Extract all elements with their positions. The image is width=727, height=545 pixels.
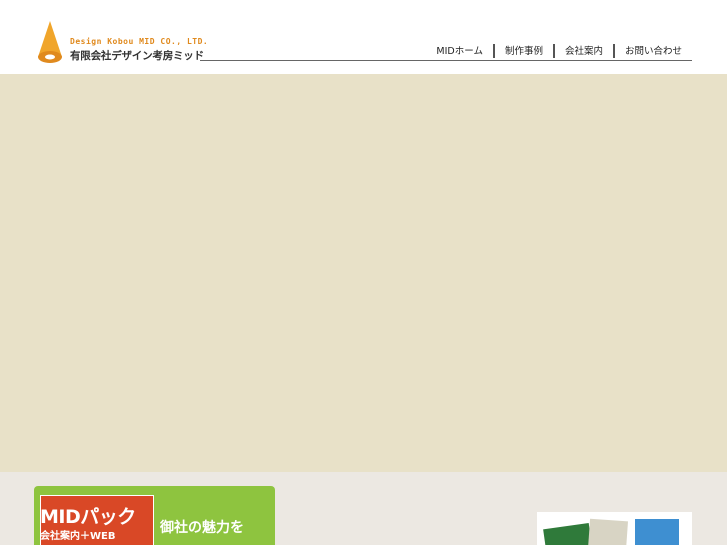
hero-banner-area (0, 74, 727, 472)
site-header: Design Kobou MID CO., LTD. 有限会社デザイン考房ミッド… (0, 0, 727, 74)
site-logo[interactable]: Design Kobou MID CO., LTD. 有限会社デザイン考房ミッド (36, 19, 209, 65)
mid-pack-promo-banner[interactable]: MIDパック 会社案内＋WEB 御社の魅力を (34, 486, 275, 545)
main-nav: MIDホーム 制作事例 会社案内 お問い合わせ (200, 43, 692, 61)
nav-item-home[interactable]: MIDホーム (426, 45, 493, 58)
brochure-thumbnail[interactable] (537, 512, 692, 545)
logo-company-name-en: Design Kobou MID CO., LTD. (70, 37, 209, 46)
nav-item-company[interactable]: 会社案内 (555, 45, 613, 58)
logo-company-name-jp: 有限会社デザイン考房ミッド (70, 50, 204, 62)
brochure-image-green (543, 522, 593, 545)
promo-tagline: 御社の魅力を (160, 520, 244, 536)
promo-title: MIDパック (40, 506, 136, 528)
promo-subtitle: 会社案内＋WEB (40, 531, 116, 542)
nav-item-contact[interactable]: お問い合わせ (615, 45, 692, 58)
brochure-image-blue (635, 519, 679, 545)
nav-underline (200, 60, 692, 61)
content-text-line: □□□□□□□□□□□□□□□□□□□□□□□□□□□□□□□□□□□□ (288, 538, 537, 545)
cone-logo-icon (38, 21, 62, 63)
nav-item-works[interactable]: 制作事例 (495, 45, 553, 58)
brochure-image-beige (587, 518, 629, 545)
